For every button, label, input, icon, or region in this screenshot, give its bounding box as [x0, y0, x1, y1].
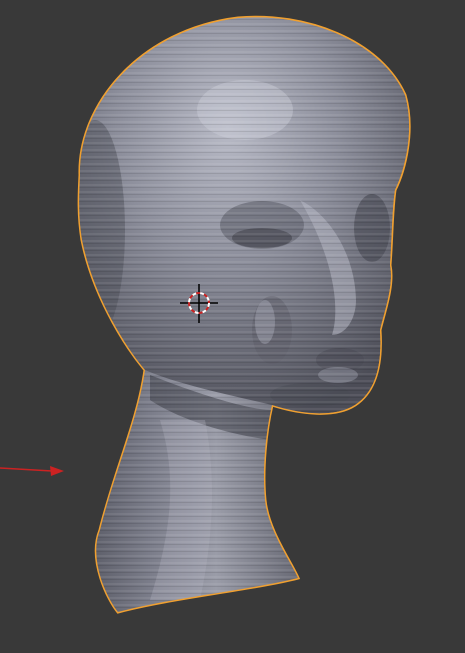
- x-axis-arrow: [0, 466, 64, 476]
- head-sculpture-mesh[interactable]: [60, 10, 420, 620]
- viewport-canvas[interactable]: [0, 0, 465, 653]
- 3d-viewport[interactable]: [0, 0, 465, 653]
